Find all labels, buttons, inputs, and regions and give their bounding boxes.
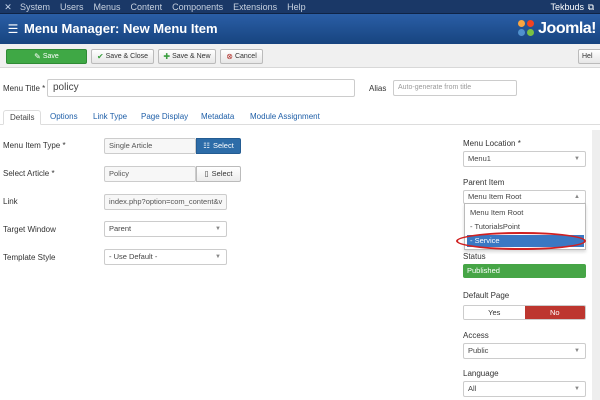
menu-location-select[interactable]: Menu1 ▼ [463, 151, 586, 167]
tab-page-display[interactable]: Page Display [141, 110, 188, 125]
check-icon: ✔ [96, 52, 104, 61]
user-link[interactable]: Tekbuds [550, 0, 584, 14]
link-field: index.php?option=com_content&v [104, 194, 227, 210]
joomla-logo: Joomla! [518, 19, 596, 39]
chevron-down-icon: ▼ [215, 226, 221, 232]
tab-metadata[interactable]: Metadata [201, 110, 234, 125]
target-window-select[interactable]: Parent ▼ [104, 221, 227, 237]
cancel-button[interactable]: ⊗ Cancel [220, 49, 263, 64]
tab-details[interactable]: Details [3, 110, 42, 125]
access-label: Access [463, 331, 489, 340]
select-article-field: Policy [104, 166, 196, 182]
list-icon: ☷ [203, 141, 210, 150]
chevron-down-icon: ▼ [215, 254, 221, 260]
menu-system[interactable]: System [20, 0, 50, 14]
joomla-logo-icon [518, 20, 536, 38]
language-label: Language [463, 369, 499, 378]
menu-location-label: Menu Location * [463, 139, 521, 148]
select-article-button[interactable]: ▯ Select [196, 166, 241, 182]
menu-item-type-label: Menu Item Type * [3, 141, 66, 150]
file-icon: ▯ [204, 169, 209, 178]
external-link-icon[interactable]: ⧉ [586, 2, 596, 12]
access-select[interactable]: Public ▼ [463, 343, 586, 359]
menu-components[interactable]: Components [172, 0, 223, 14]
menu-title-input[interactable]: policy [47, 79, 355, 97]
chevron-down-icon: ▼ [574, 348, 580, 354]
tab-module-assignment[interactable]: Module Assignment [250, 110, 320, 125]
chevron-down-icon: ▼ [574, 156, 580, 162]
menu-item-type-field: Single Article [104, 138, 196, 154]
default-yes-button[interactable]: Yes [464, 306, 525, 319]
plus-icon: ✚ [163, 52, 171, 61]
parent-option-menu-item-root[interactable]: Menu Item Root [467, 207, 584, 219]
menu-help[interactable]: Help [287, 0, 306, 14]
language-select[interactable]: All ▼ [463, 381, 586, 397]
select-type-button[interactable]: ☷ Select [196, 138, 241, 154]
menu-extensions[interactable]: Extensions [233, 0, 277, 14]
parent-item-label: Parent Item [463, 178, 505, 187]
save-button[interactable]: ✎ Save [6, 49, 87, 64]
default-no-button[interactable]: No [524, 306, 585, 319]
top-menu: System Users Menus Content Components Ex… [20, 0, 316, 14]
template-style-select[interactable]: - Use Default - ▼ [104, 249, 227, 265]
menu-menus[interactable]: Menus [94, 0, 121, 14]
template-style-label: Template Style [3, 253, 56, 262]
status-label: Status [463, 252, 486, 261]
select-article-label: Select Article * [3, 169, 55, 178]
joomla-x-icon[interactable]: ✕ [3, 2, 13, 12]
logo-text: Joomla! [538, 20, 596, 37]
toolbar: ✎ Save ✔ Save & Close ✚ Save & New ⊗ Can… [0, 44, 600, 68]
tab-options[interactable]: Options [50, 110, 78, 125]
save-new-button[interactable]: ✚ Save & New [158, 49, 216, 64]
list-icon: ☰ [7, 22, 19, 36]
default-page-toggle: Yes No [463, 305, 586, 320]
chevron-up-icon: ▲ [574, 194, 580, 200]
save-close-button[interactable]: ✔ Save & Close [91, 49, 154, 64]
save-icon: ✎ [34, 52, 41, 61]
status-select[interactable]: Published [463, 264, 586, 278]
menu-title-label: Menu Title * [3, 84, 46, 93]
tab-link-type[interactable]: Link Type [93, 110, 127, 125]
alias-input[interactable]: Auto-generate from title [393, 80, 517, 96]
page-title: Menu Manager: New Menu Item [24, 21, 218, 36]
help-button[interactable]: Hel [578, 49, 600, 64]
menu-users[interactable]: Users [60, 0, 84, 14]
tab-bar: Details Options Link Type Page Display M… [0, 107, 600, 125]
alias-label: Alias [369, 84, 387, 93]
cancel-icon: ⊗ [226, 52, 233, 61]
highlight-annotation-ellipse [456, 232, 586, 250]
parent-item-select[interactable]: Menu Item Root ▲ [463, 190, 586, 204]
menu-content[interactable]: Content [131, 0, 163, 14]
target-window-label: Target Window [3, 225, 56, 234]
page-scrollbar[interactable] [592, 130, 600, 400]
page-header: ☰ Menu Manager: New Menu Item Joomla! [0, 14, 600, 44]
default-page-label: Default Page [463, 291, 510, 300]
top-system-bar: ✕ System Users Menus Content Components … [0, 0, 600, 14]
chevron-down-icon: ▼ [574, 386, 580, 392]
link-label: Link [3, 197, 18, 206]
